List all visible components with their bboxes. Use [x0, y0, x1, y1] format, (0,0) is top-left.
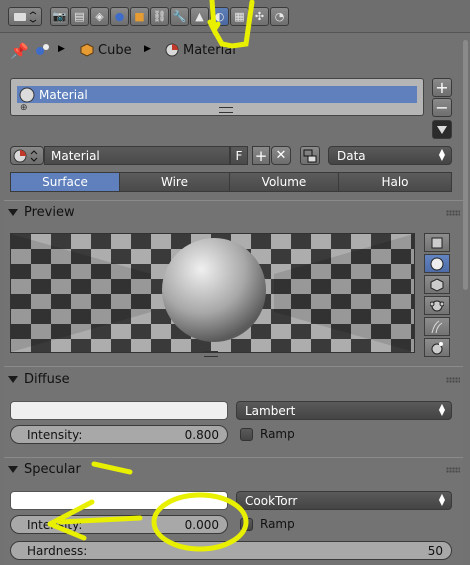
new-material-button[interactable]: +: [252, 146, 270, 165]
material-sphere-icon: [19, 87, 35, 102]
material-sphere-icon: [165, 43, 179, 60]
breadcrumb-chevron-icon: ▶: [58, 44, 65, 54]
panel-drag-grip[interactable]: [446, 377, 460, 383]
properties-scrollbar[interactable]: [463, 40, 468, 290]
list-resize-grip[interactable]: [219, 107, 233, 113]
diffuse-intensity-label: Intensity:: [27, 427, 83, 442]
specular-hardness-value: 50: [427, 543, 443, 558]
world-icon[interactable]: ●: [110, 7, 129, 26]
scene-icon[interactable]: ◈: [90, 7, 109, 26]
data-icon[interactable]: ▲: [190, 7, 209, 26]
material-name-field[interactable]: Material: [44, 146, 230, 165]
specular-color-swatch[interactable]: [10, 491, 228, 510]
fake-user-label: F: [235, 148, 243, 163]
collapse-triangle-icon: [8, 208, 18, 216]
render-layers-icon[interactable]: ▤: [70, 7, 89, 26]
fake-user-button[interactable]: F: [230, 146, 248, 165]
tab-volume[interactable]: Volume: [229, 172, 339, 192]
link-dropdown[interactable]: Data ▲ ▼: [328, 146, 452, 165]
pin-icon[interactable]: 📌: [10, 42, 29, 60]
diffuse-intensity-slider[interactable]: Intensity: 0.800: [10, 425, 228, 444]
preview-world-sphere-button[interactable]: [424, 338, 450, 357]
specular-shader-value: CookTorr: [245, 493, 298, 508]
tab-wire-label: Wire: [161, 175, 188, 189]
specular-intensity-label: Intensity:: [27, 517, 83, 532]
specular-hardness-slider[interactable]: Hardness: 50: [10, 541, 452, 560]
specular-shader-dropdown[interactable]: CookTorr ▲ ▼: [236, 491, 452, 510]
panel-drag-grip[interactable]: [446, 467, 460, 473]
updown-arrow-icon: ▲ ▼: [438, 147, 445, 162]
panel-drag-grip[interactable]: [446, 210, 460, 216]
material-name-value: Material: [51, 148, 100, 163]
specular-intensity-slider[interactable]: Intensity: 0.000: [10, 515, 228, 534]
preview-panel-header[interactable]: Preview: [8, 202, 75, 222]
preview-title: Preview: [24, 204, 75, 220]
tab-wire[interactable]: Wire: [119, 172, 230, 192]
material-slot-list[interactable]: Material ⊕: [10, 78, 424, 116]
diffuse-panel-header[interactable]: Diffuse: [8, 369, 70, 389]
tab-halo-label: Halo: [381, 175, 409, 189]
diffuse-shader-value: Lambert: [245, 403, 296, 418]
tab-surface-label: Surface: [42, 175, 88, 189]
particles-icon[interactable]: ✣: [250, 7, 269, 26]
material-preview: [10, 233, 415, 353]
collapse-triangle-icon: [8, 375, 18, 383]
object-data-icon: [34, 42, 50, 58]
diffuse-ramp-label: Ramp: [260, 427, 295, 441]
list-add-small-icon: ⊕: [20, 103, 28, 113]
collapse-triangle-icon: [8, 465, 18, 473]
breadcrumb-material: Material: [183, 43, 236, 58]
slot-specials-menu-button[interactable]: [432, 120, 452, 139]
breadcrumb-object: Cube: [98, 43, 132, 58]
node-toggle-icon[interactable]: [300, 146, 320, 165]
add-slot-button[interactable]: +: [432, 78, 452, 97]
constraints-icon[interactable]: ⛓: [150, 7, 169, 26]
preview-resize-grip[interactable]: [204, 351, 218, 357]
breadcrumb-chevron-icon: ▶: [144, 44, 151, 54]
material-browse-button[interactable]: [10, 146, 44, 165]
diffuse-color-swatch[interactable]: [10, 401, 228, 420]
preview-monkey-button[interactable]: [424, 296, 450, 315]
chevron-down-icon: [437, 125, 447, 134]
preview-sphere-button[interactable]: [424, 254, 450, 273]
specular-title: Specular: [24, 461, 81, 477]
diffuse-shader-dropdown[interactable]: Lambert ▲ ▼: [236, 401, 452, 420]
specular-hardness-label: Hardness:: [27, 543, 88, 558]
updown-arrow-icon: ▲ ▼: [438, 402, 445, 417]
preview-plane-button[interactable]: [424, 233, 450, 252]
updown-arrow-icon: ▲ ▼: [438, 492, 445, 507]
specular-ramp-label: Ramp: [260, 517, 295, 531]
preview-cube-button[interactable]: [424, 275, 450, 294]
diffuse-title: Diffuse: [24, 371, 70, 387]
link-dropdown-value: Data: [337, 148, 366, 163]
render-icon[interactable]: 📷: [50, 7, 69, 26]
object-icon[interactable]: ■: [130, 7, 149, 26]
editor-type-icon[interactable]: [8, 7, 42, 26]
diffuse-intensity-value: 0.800: [184, 427, 219, 442]
physics-icon[interactable]: ◔: [270, 7, 289, 26]
texture-icon[interactable]: ▦: [230, 7, 249, 26]
diffuse-ramp-checkbox[interactable]: [240, 428, 253, 441]
preview-hair-button[interactable]: [424, 317, 450, 336]
tab-halo[interactable]: Halo: [338, 172, 452, 192]
specular-intensity-value: 0.000: [184, 517, 219, 532]
tab-surface[interactable]: Surface: [10, 172, 120, 192]
cube-icon: [80, 43, 94, 60]
list-item[interactable]: Material: [17, 86, 417, 103]
modifiers-icon[interactable]: 🔧: [170, 7, 189, 26]
tab-volume-label: Volume: [261, 175, 307, 189]
material-slot-label: Material: [39, 87, 88, 102]
unlink-material-button[interactable]: ✕: [271, 146, 291, 165]
specular-ramp-checkbox[interactable]: [240, 518, 253, 531]
remove-slot-button[interactable]: −: [432, 98, 452, 117]
specular-panel-header[interactable]: Specular: [8, 459, 81, 479]
material-icon[interactable]: ◐: [210, 7, 229, 26]
